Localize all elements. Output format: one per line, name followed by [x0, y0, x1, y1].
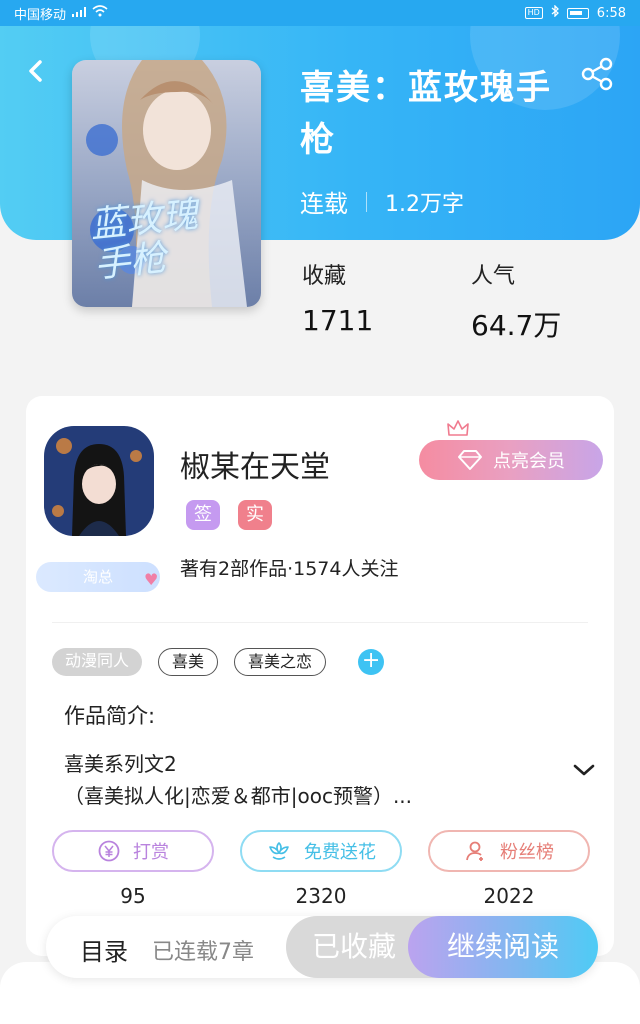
flower-icon [269, 842, 289, 860]
carrier-label: 中国移动 [14, 7, 67, 23]
reward-label: 打赏 [133, 842, 169, 863]
tag-list: 动漫同人 喜美 喜美之恋 + [52, 648, 385, 676]
cover-title-art: 蓝玫瑰手枪 [88, 194, 200, 287]
reward-button[interactable]: 打赏 [52, 830, 214, 872]
stat-value: 1711 [302, 304, 374, 337]
stat-popularity: 人气 64.7万 [471, 258, 561, 344]
author-name[interactable]: 椒某在天堂 [180, 442, 330, 486]
crown-icon [446, 418, 470, 442]
wifi-icon [92, 5, 108, 21]
heart-icon: ♥ [144, 570, 159, 589]
stat-label: 人气 [471, 264, 516, 289]
send-flower-label: 免费送花 [304, 842, 376, 863]
vip-button-label: 点亮会员 [493, 451, 565, 472]
share-button[interactable] [580, 56, 616, 92]
divider [52, 622, 588, 623]
intro-label: 作品简介: [64, 704, 156, 728]
add-tag-button[interactable]: + [358, 649, 385, 675]
stat-value: 64.7万 [471, 309, 562, 342]
fan-ranking-count: 2022 [483, 884, 535, 908]
reward-count: 95 [120, 884, 146, 908]
serial-status: 连载 [300, 190, 348, 218]
chapter-count: 已连载7章 [152, 940, 254, 965]
tag-item[interactable]: 喜美之恋 [234, 648, 327, 676]
toc-button[interactable]: 目录 [80, 932, 128, 967]
verified-badge: 实 [238, 500, 272, 530]
intro-line: 喜美系列文2 [64, 752, 177, 776]
diamond-icon [458, 450, 482, 470]
fan-user-icon [466, 841, 483, 861]
share-icon [581, 57, 613, 91]
bottom-action-bar: 目录 已连载7章 已收藏 继续阅读 [46, 916, 598, 978]
yen-coin-icon [98, 840, 120, 862]
action-row: 打赏 95 免费送花 2320 粉丝榜 2022 [52, 830, 590, 908]
book-cover[interactable]: 蓝玫瑰手枪 [72, 60, 261, 307]
intro-line: （喜美拟人化|恋爱＆都市|ooc预警）... [64, 784, 413, 808]
bluetooth-icon [551, 4, 559, 21]
intro-text: 喜美系列文2 （喜美拟人化|恋爱＆都市|ooc预警）... [64, 748, 504, 812]
battery-icon [566, 7, 589, 19]
stat-collection: 收藏 1711 [302, 258, 373, 337]
flower-count: 2320 [295, 884, 347, 908]
signed-badge: 签 [186, 500, 220, 530]
send-flower-button[interactable]: 免费送花 [240, 830, 402, 872]
tag-item[interactable]: 喜美 [158, 648, 219, 676]
clock: 6:58 [596, 5, 626, 21]
chevron-down-icon[interactable] [572, 762, 596, 782]
status-bar: 中国移动 HD 6:58 [0, 0, 640, 26]
book-info-card: ✦ 淘总 ♥ 椒某在天堂 签 实 著有2部作品·1574人关注 点亮会员 动漫同… [26, 396, 614, 956]
author-avatar[interactable] [44, 426, 154, 536]
fan-ranking-label: 粉丝榜 [500, 842, 554, 863]
fans-action: 粉丝榜 2022 [428, 830, 590, 908]
continue-reading-button[interactable]: 继续阅读 [408, 916, 598, 978]
book-title: 喜美：蓝玫瑰手枪 [300, 68, 552, 160]
fan-ranking-button[interactable]: 粉丝榜 [428, 830, 590, 872]
flower-action: 免费送花 2320 [240, 830, 402, 908]
signal-icon [72, 6, 87, 21]
stat-label: 收藏 [302, 264, 347, 289]
book-meta: 连载 1.2万字 [300, 184, 464, 219]
reward-action: 打赏 95 [52, 830, 214, 908]
meta-divider [366, 191, 367, 212]
author-level-badge: 淘总 [36, 562, 160, 592]
back-button[interactable] [20, 54, 54, 88]
category-tag[interactable]: 动漫同人 [52, 648, 143, 676]
chevron-left-icon [29, 60, 42, 82]
vip-button[interactable]: 点亮会员 [419, 440, 603, 480]
hd-badge: HD [524, 7, 543, 19]
author-info: 著有2部作品·1574人关注 [180, 558, 399, 580]
word-count: 1.2万字 [385, 191, 464, 217]
